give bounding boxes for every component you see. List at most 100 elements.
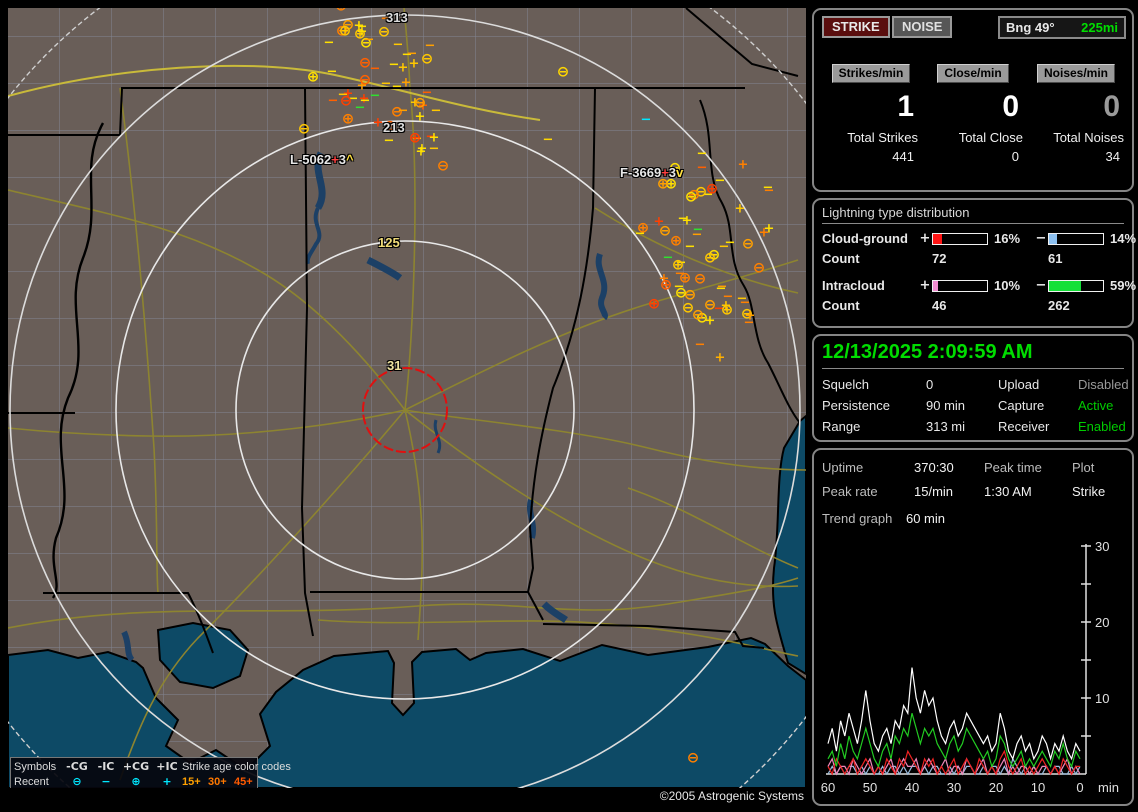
count-label: Count: [822, 298, 918, 313]
cg-pos-count: 72: [932, 251, 990, 266]
trend-series-intracloud-pos: [828, 759, 1080, 774]
noises-per-min-value: 0: [1103, 90, 1120, 124]
persistence-value: 90 min: [926, 398, 998, 413]
plus-sign: +: [918, 231, 932, 246]
lightning-map[interactable]: ⊖−−−−⊖⊖⊖−−+⊕+++⊕+⊖−+−⊖−⊕−+−−⊖−⊖+−−−++⊖⊖−…: [8, 8, 806, 788]
bearing-value: Bng 49°: [1006, 20, 1055, 35]
trend-graph-value: 60 min: [906, 511, 945, 526]
age-30: 30+: [208, 776, 234, 788]
uptime-value: 370:30: [914, 460, 984, 475]
total-noises-label: Total Noises: [1053, 130, 1124, 145]
svg-text:20: 20: [989, 780, 1003, 795]
copyright-text: ©2005 Astrogenic Systems: [8, 789, 806, 803]
bearing-readout: Bng 49° 225mi: [998, 16, 1126, 39]
peak-time-label: Peak time: [984, 460, 1072, 475]
svg-text:min: min: [1098, 780, 1119, 795]
squelch-value: 0: [926, 377, 998, 392]
svg-text:20: 20: [1095, 615, 1109, 630]
peak-rate-label: Peak rate: [822, 484, 914, 499]
total-close-value: 0: [1012, 149, 1019, 164]
total-noises-value: 34: [1106, 149, 1120, 164]
legend-col-cgneg: -CG: [62, 760, 92, 773]
trend-graph-label: Trend graph: [822, 511, 892, 526]
strikes-per-min-button[interactable]: Strikes/min: [832, 64, 911, 83]
ic-pos-pct: 10%: [990, 278, 1034, 293]
intracloud-row: Intracloud + 10% − 59%: [822, 278, 1132, 293]
legend-col-icneg: -IC: [92, 760, 120, 773]
strikes-per-min-column: Strikes/min 1 Total Strikes 441: [822, 64, 920, 164]
map-geography: [8, 8, 806, 788]
ring-label-31: 31: [387, 358, 401, 373]
total-strikes-label: Total Strikes: [847, 130, 918, 145]
ring-label-125: 125: [378, 235, 400, 250]
ic-pos-bar: [932, 280, 988, 292]
squelch-label: Squelch: [822, 377, 926, 392]
ic-neg-pct: 59%: [1106, 278, 1138, 293]
persistence-label: Persistence: [822, 398, 926, 413]
ring-label-213: 213: [383, 120, 405, 135]
cg-neg-pct: 14%: [1106, 231, 1138, 246]
upload-status: Disabled: [1078, 377, 1138, 392]
svg-text:0: 0: [1076, 780, 1083, 795]
minus-sign: −: [1034, 231, 1048, 246]
close-per-min-value: 0: [1002, 90, 1019, 124]
cg-neg-recent-icon: ⊖: [62, 775, 92, 788]
ic-neg-recent-icon: −: [92, 775, 120, 788]
trend-series-strikes-total: [828, 668, 1080, 759]
strike-mode-button[interactable]: STRIKE: [822, 16, 890, 38]
cg-pos-bar: [932, 233, 988, 245]
ring-label-313: 313: [386, 10, 408, 25]
peak-time-value: 1:30 AM: [984, 484, 1072, 499]
close-per-min-button[interactable]: Close/min: [937, 64, 1008, 83]
trend-graph-row: Trend graph 60 min: [822, 511, 1132, 526]
svg-text:10: 10: [1095, 691, 1109, 706]
cg-neg-count: 61: [1048, 251, 1106, 266]
legend-col-cgpos: +CG: [120, 760, 152, 773]
total-close-label: Total Close: [959, 130, 1023, 145]
age-45: 45+: [234, 776, 256, 788]
cloud-ground-counts: Count 72 61: [822, 251, 1132, 266]
capture-status: Active: [1078, 398, 1138, 413]
distance-value: 225mi: [1081, 20, 1118, 35]
distribution-title: Lightning type distribution: [822, 205, 1124, 224]
cloud-ground-label: Cloud-ground: [822, 231, 918, 246]
total-strikes-value: 441: [892, 149, 914, 164]
cg-pos-pct: 16%: [990, 231, 1034, 246]
range-label: Range: [822, 419, 926, 434]
ic-pos-count: 46: [932, 298, 990, 313]
plot-label: Plot: [1072, 460, 1130, 475]
upload-label: Upload: [998, 377, 1078, 392]
age-15: 15+: [182, 776, 208, 788]
highway: [8, 66, 540, 120]
receiver-status: Enabled: [1078, 419, 1138, 434]
plus-sign: +: [918, 278, 932, 293]
cg-pos-recent-icon: ⊕: [120, 775, 152, 788]
intracloud-label: Intracloud: [822, 278, 918, 293]
plot-value: Strike: [1072, 484, 1130, 499]
session-grid: Uptime 370:30 Peak time Plot Peak rate 1…: [822, 460, 1132, 499]
ic-pos-recent-icon: +: [152, 775, 182, 788]
rate-columns: Strikes/min 1 Total Strikes 441 Close/mi…: [822, 64, 1128, 164]
ic-neg-bar: [1048, 280, 1104, 292]
legend-symbols-header: Symbols: [14, 761, 62, 773]
legend-age-title: Strike age color codes: [182, 761, 256, 773]
svg-text:10: 10: [1031, 780, 1045, 795]
minus-sign: −: [1034, 278, 1048, 293]
svg-text:30: 30: [1095, 539, 1109, 554]
noise-mode-button[interactable]: NOISE: [892, 16, 952, 38]
noises-per-min-button[interactable]: Noises/min: [1037, 64, 1115, 83]
datetime-display: 12/13/2025 2:09:59 AM: [822, 341, 1124, 369]
storm-tracker-label: F-3669+3v: [620, 165, 683, 180]
intracloud-counts: Count 46 262: [822, 298, 1132, 313]
status-grid: Squelch 0 Upload Disabled Persistence 90…: [822, 377, 1132, 434]
trend-chart: 1020306050403020100min: [818, 536, 1128, 802]
svg-text:40: 40: [905, 780, 919, 795]
atlantic-water: [773, 416, 806, 674]
count-label: Count: [822, 251, 918, 266]
close-per-min-column: Close/min 0 Total Close 0: [921, 64, 1025, 164]
noises-per-min-column: Noises/min 0 Total Noises 34: [1026, 64, 1126, 164]
uptime-label: Uptime: [822, 460, 914, 475]
legend-recent-label: Recent: [14, 776, 62, 788]
rivers: [124, 153, 605, 660]
distribution-panel: Lightning type distribution Cloud-ground…: [812, 198, 1134, 328]
